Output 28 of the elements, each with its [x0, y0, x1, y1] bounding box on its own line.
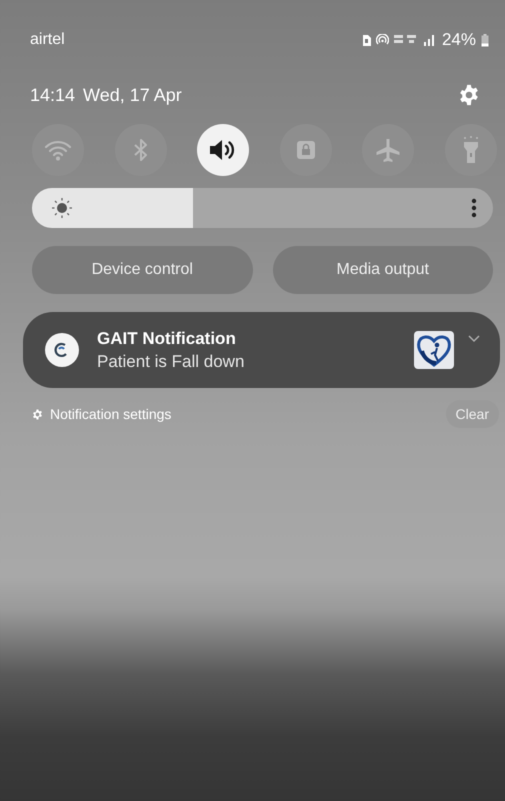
more-options-icon[interactable] [471, 198, 477, 218]
chevron-icon[interactable] [468, 335, 480, 343]
battery-icon [481, 34, 489, 46]
settings-icon[interactable] [32, 408, 43, 420]
sim-card-icon [362, 34, 371, 46]
battery-percentage: 24% [442, 30, 476, 50]
panel-button[interactable]: Media output [272, 246, 493, 294]
notification-title: GAIT Notification [97, 328, 237, 348]
signal-icon [422, 34, 435, 46]
bluetooth-icon [132, 138, 149, 162]
notification-card[interactable]: GAIT Notification Patient is Fall down [23, 312, 500, 388]
settings-icon[interactable] [458, 84, 480, 106]
network-type-icon [394, 34, 418, 46]
notification-text: Patient is Fall down [97, 352, 246, 372]
hotspot-icon [376, 34, 389, 46]
clear-button[interactable]: Clear [446, 400, 499, 428]
clock-time: 14:14 [30, 84, 76, 106]
airplane-icon [375, 137, 402, 163]
brightness-slider[interactable] [32, 188, 493, 228]
padlock-icon [296, 140, 316, 160]
sun-icon [52, 198, 72, 218]
carrier-name: airtel [30, 31, 65, 49]
notification-settings-link[interactable]: Notification settings [50, 406, 172, 422]
wifi-icon [44, 139, 72, 161]
panel-button[interactable]: Device control [32, 246, 252, 294]
date-text: Wed, 17 Apr [83, 84, 182, 106]
heart-logo-icon [414, 331, 454, 369]
app-icon [45, 333, 79, 367]
